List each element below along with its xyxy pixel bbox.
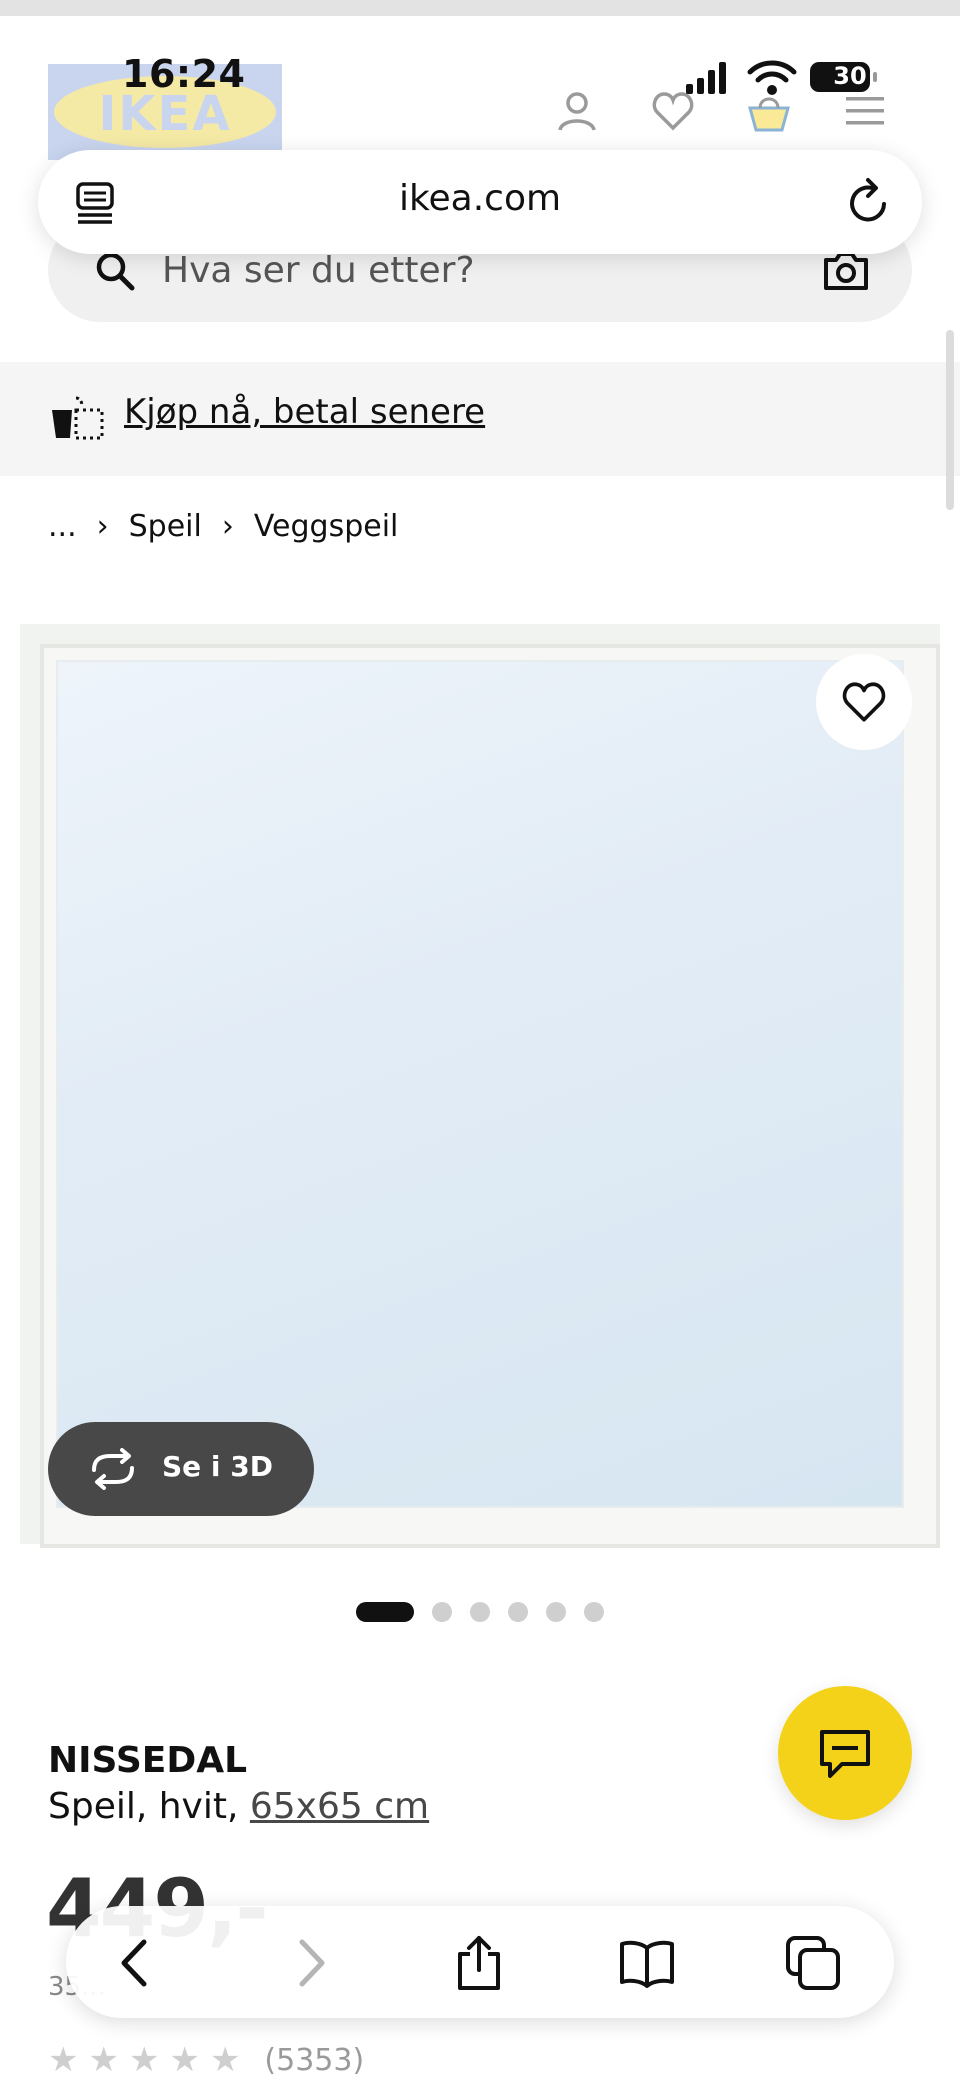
chat-icon [820, 1730, 870, 1778]
breadcrumb-veggspeil[interactable]: Veggspeil [254, 509, 399, 544]
back-icon[interactable] [108, 1934, 166, 1992]
add-to-favorites-button[interactable] [816, 654, 912, 750]
heart-icon [842, 682, 886, 722]
rotate-3d-icon [92, 1448, 134, 1490]
star-icon: ★ [88, 2041, 119, 2079]
carousel-dot[interactable] [546, 1602, 566, 1622]
chat-button[interactable] [778, 1686, 912, 1820]
search-icon [96, 252, 135, 291]
share-icon[interactable] [450, 1934, 508, 1992]
breadcrumb-speil[interactable]: Speil [129, 509, 202, 544]
breadcrumb-ellipsis[interactable]: ... [48, 509, 77, 544]
browser-toolbar [66, 1906, 894, 2018]
star-icon: ★ [209, 2041, 241, 2079]
star-icon: ★ [128, 2041, 160, 2079]
tabs-icon[interactable] [784, 1934, 842, 1992]
image-carousel-dots [356, 1602, 622, 1622]
breadcrumb: ... › Speil › Veggspeil [48, 506, 398, 546]
rating-count: (5353) [264, 2042, 365, 2078]
promo-banner: Kjøp nå, betal senere [0, 362, 960, 476]
reload-icon[interactable] [842, 176, 894, 228]
bookmarks-icon[interactable] [618, 1934, 676, 1992]
carousel-dot[interactable] [584, 1602, 604, 1622]
product-rating[interactable]: ★ ★ ★ ★ ★ (5353) [48, 2040, 364, 2080]
view-in-3d-button[interactable]: Se i 3D [48, 1422, 314, 1516]
chevron-right-icon: › [221, 508, 234, 544]
address-bar[interactable]: ikea.com [38, 150, 922, 254]
forward-icon[interactable] [280, 1934, 338, 1992]
product-description: Speil, hvit, 65x65 cm [48, 1786, 429, 1827]
carousel-dot[interactable] [432, 1602, 452, 1622]
carousel-dot[interactable] [508, 1602, 528, 1622]
product-size-link[interactable]: 65x65 cm [250, 1786, 429, 1827]
product-name: NISSEDAL [48, 1740, 248, 1781]
pay-later-link[interactable]: Kjøp nå, betal senere [124, 392, 485, 432]
top-strip [0, 0, 960, 16]
product-image[interactable] [20, 624, 940, 1548]
mirror-glass [56, 660, 904, 1508]
product-type: Speil, hvit, [48, 1786, 250, 1827]
view-in-3d-label: Se i 3D [162, 1450, 273, 1483]
star-icon: ★ [48, 2041, 79, 2079]
battery-level: 30 [833, 62, 867, 90]
carousel-dot[interactable] [470, 1602, 490, 1622]
status-time: 16:24 [122, 52, 246, 96]
carousel-dot[interactable] [356, 1602, 414, 1622]
star-icon: ★ [169, 2041, 200, 2079]
wifi-icon [747, 60, 797, 95]
signal-icon [686, 62, 726, 94]
chevron-right-icon: › [96, 508, 109, 544]
scroll-indicator[interactable] [946, 330, 954, 510]
url-text: ikea.com [398, 178, 562, 219]
account-icon[interactable] [554, 88, 600, 134]
shopping-bag-icon [52, 396, 104, 440]
